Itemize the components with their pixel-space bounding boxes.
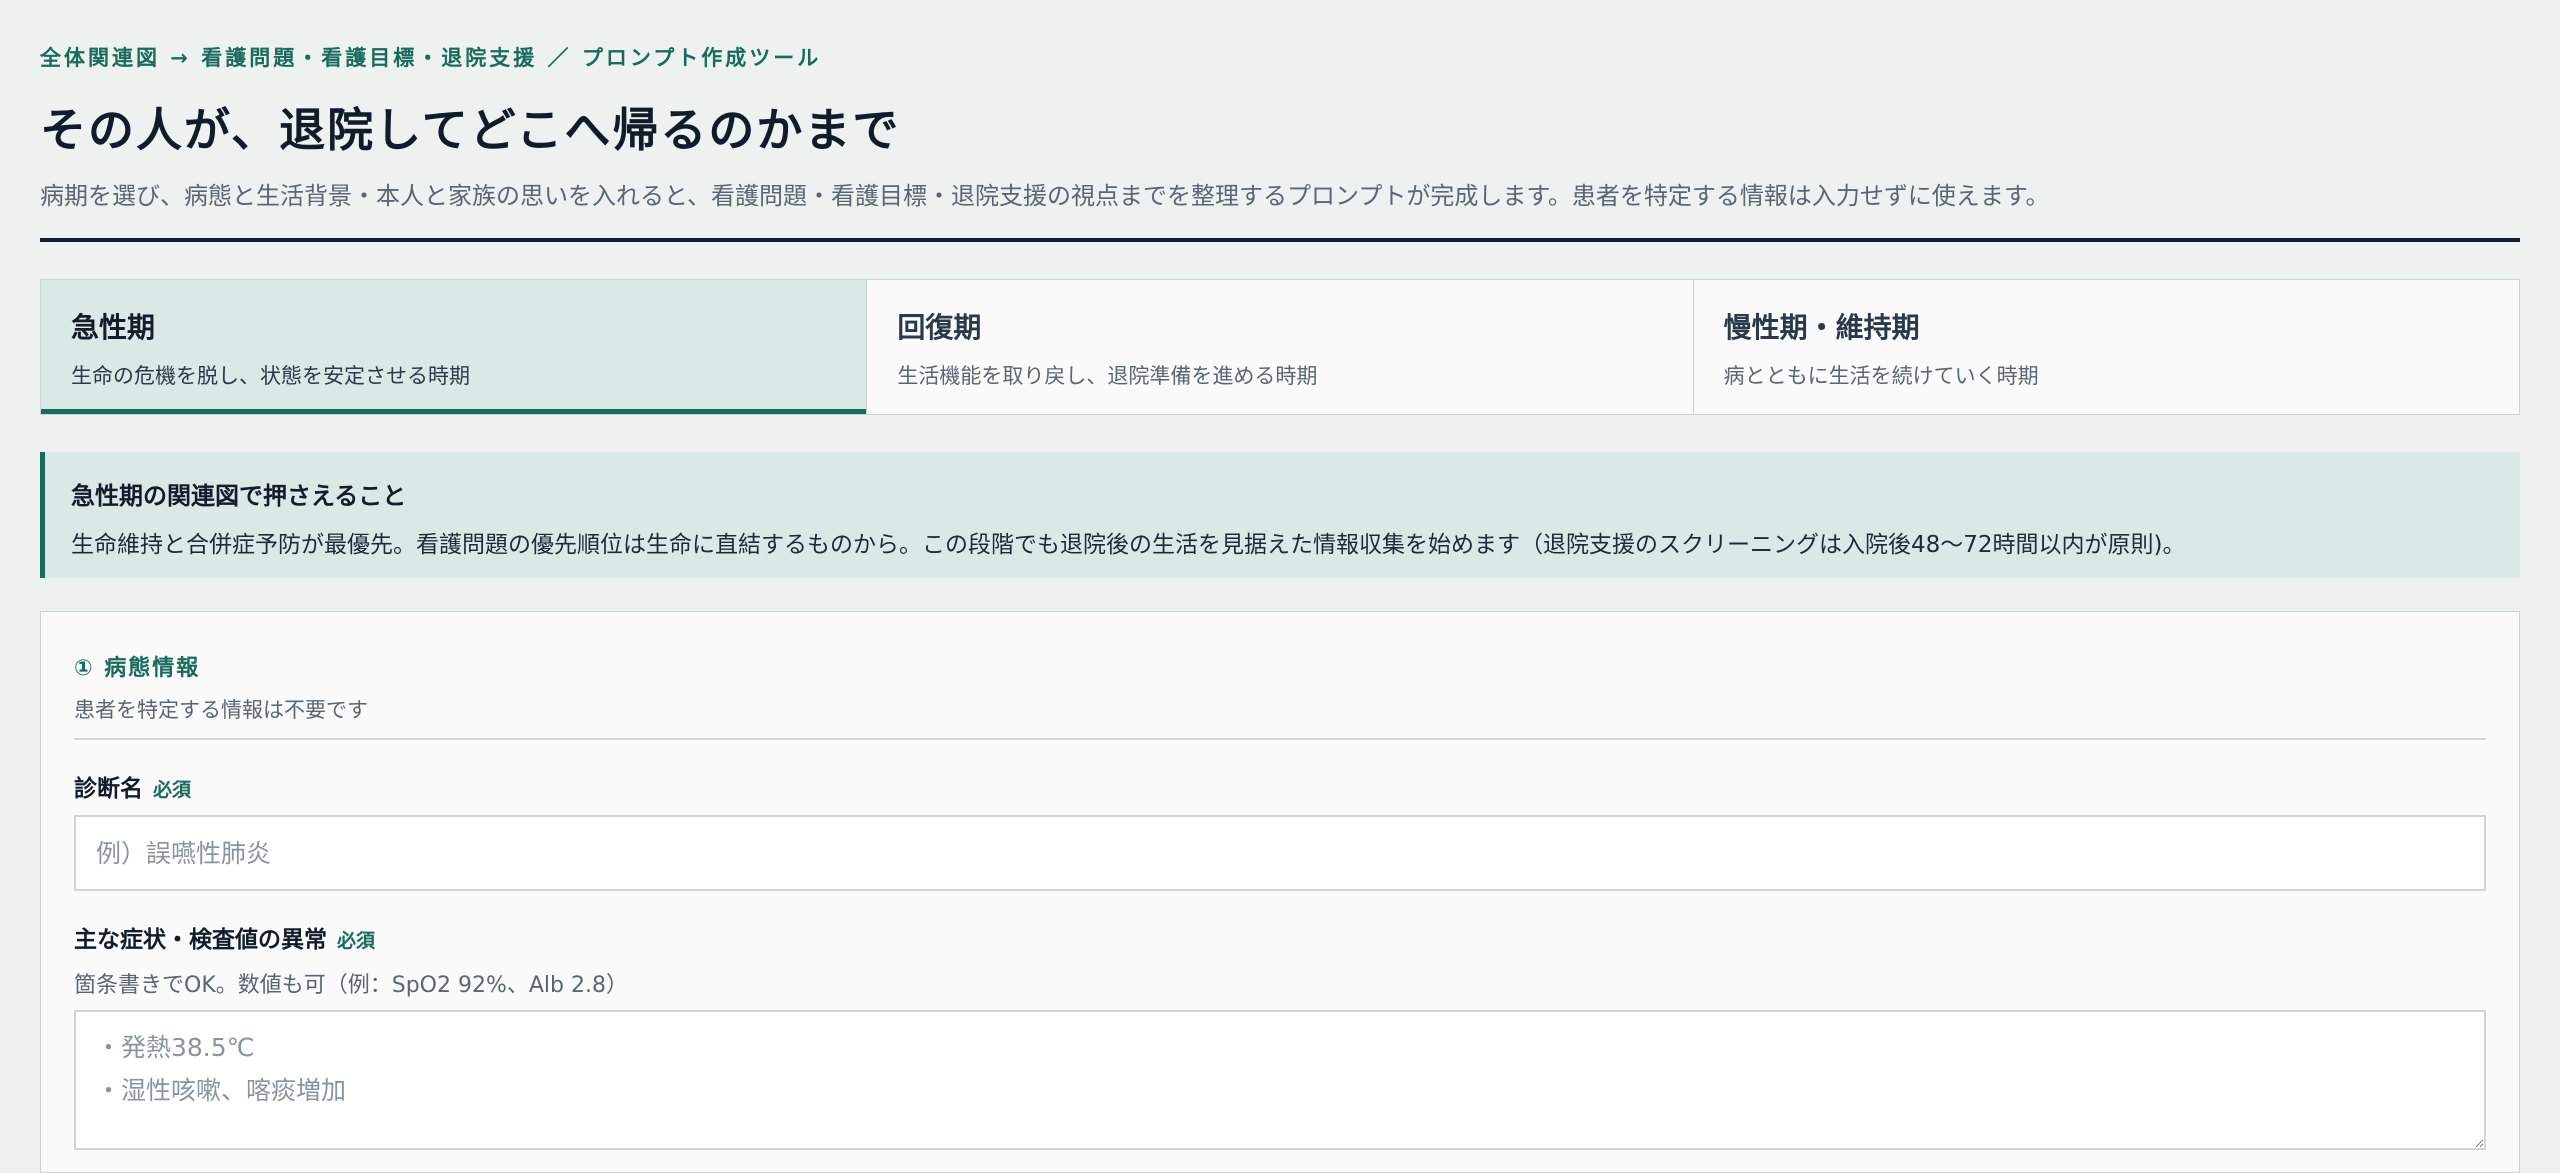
callout-title: 急性期の関連図で押さえること (71, 482, 407, 510)
symptoms-help: 箇条書きでOK。数値も可（例：SpO2 92%、Alb 2.8） (74, 973, 628, 998)
tab-chronic-title: 慢性期・維持期 (1723, 311, 1920, 344)
symptoms-textarea[interactable] (74, 1010, 2486, 1150)
tab-acute-title: 急性期 (71, 311, 156, 344)
title-divider (40, 238, 2520, 242)
tab-recovery-title: 回復期 (897, 311, 982, 344)
phase-tabs: 急性期 生命の危機を脱し、状態を安定させる時期 回復期 生活機能を取り戻し、退院… (40, 279, 2520, 415)
symptoms-label: 主な症状・検査値の異常 必須 (74, 920, 375, 954)
section-subtitle: 患者を特定する情報は不要です (74, 698, 368, 722)
required-badge: 必須 (153, 779, 192, 801)
tab-acute[interactable]: 急性期 生命の危機を脱し、状態を安定させる時期 (41, 280, 868, 414)
tab-chronic-subtitle: 病とともに生活を続けていく時期 (1723, 364, 2039, 388)
pathology-panel: ① 病態情報 患者を特定する情報は不要です 診断名必須 主な症状・検査値の異常必… (40, 611, 2520, 1173)
callout-body: 生命維持と合併症予防が最優先。看護問題の優先順位は生命に直結するものから。この段… (71, 532, 2186, 558)
page-description: 病期を選び、病態と生活背景・本人と家族の思いを入れると、看護問題・看護目標・退院… (40, 182, 2050, 210)
phase-callout: 急性期の関連図で押さえること 生命維持と合併症予防が最優先。看護問題の優先順位は… (40, 452, 2520, 578)
section-divider (74, 738, 2486, 740)
tab-recovery-subtitle: 生活機能を取り戻し、退院準備を進める時期 (897, 364, 1318, 388)
required-badge: 必須 (337, 930, 376, 952)
section-title: ① 病態情報 (74, 656, 201, 681)
diagnosis-label-text: 診断名 (74, 776, 143, 802)
breadcrumb: 全体関連図 → 看護問題・看護目標・退院支援 ／ プロンプト作成ツール (40, 46, 822, 70)
tab-chronic[interactable]: 慢性期・維持期 病とともに生活を続けていく時期 (1694, 280, 2519, 414)
diagnosis-label: 診断名 必須 (74, 769, 191, 803)
page-title: その人が、退院してどこへ帰るのかまで (40, 103, 901, 157)
diagnosis-input[interactable] (74, 815, 2486, 891)
tab-recovery[interactable]: 回復期 生活機能を取り戻し、退院準備を進める時期 (867, 280, 1694, 414)
symptoms-label-text: 主な症状・検査値の異常 (74, 927, 327, 953)
tab-acute-subtitle: 生命の危機を脱し、状態を安定させる時期 (71, 364, 470, 388)
